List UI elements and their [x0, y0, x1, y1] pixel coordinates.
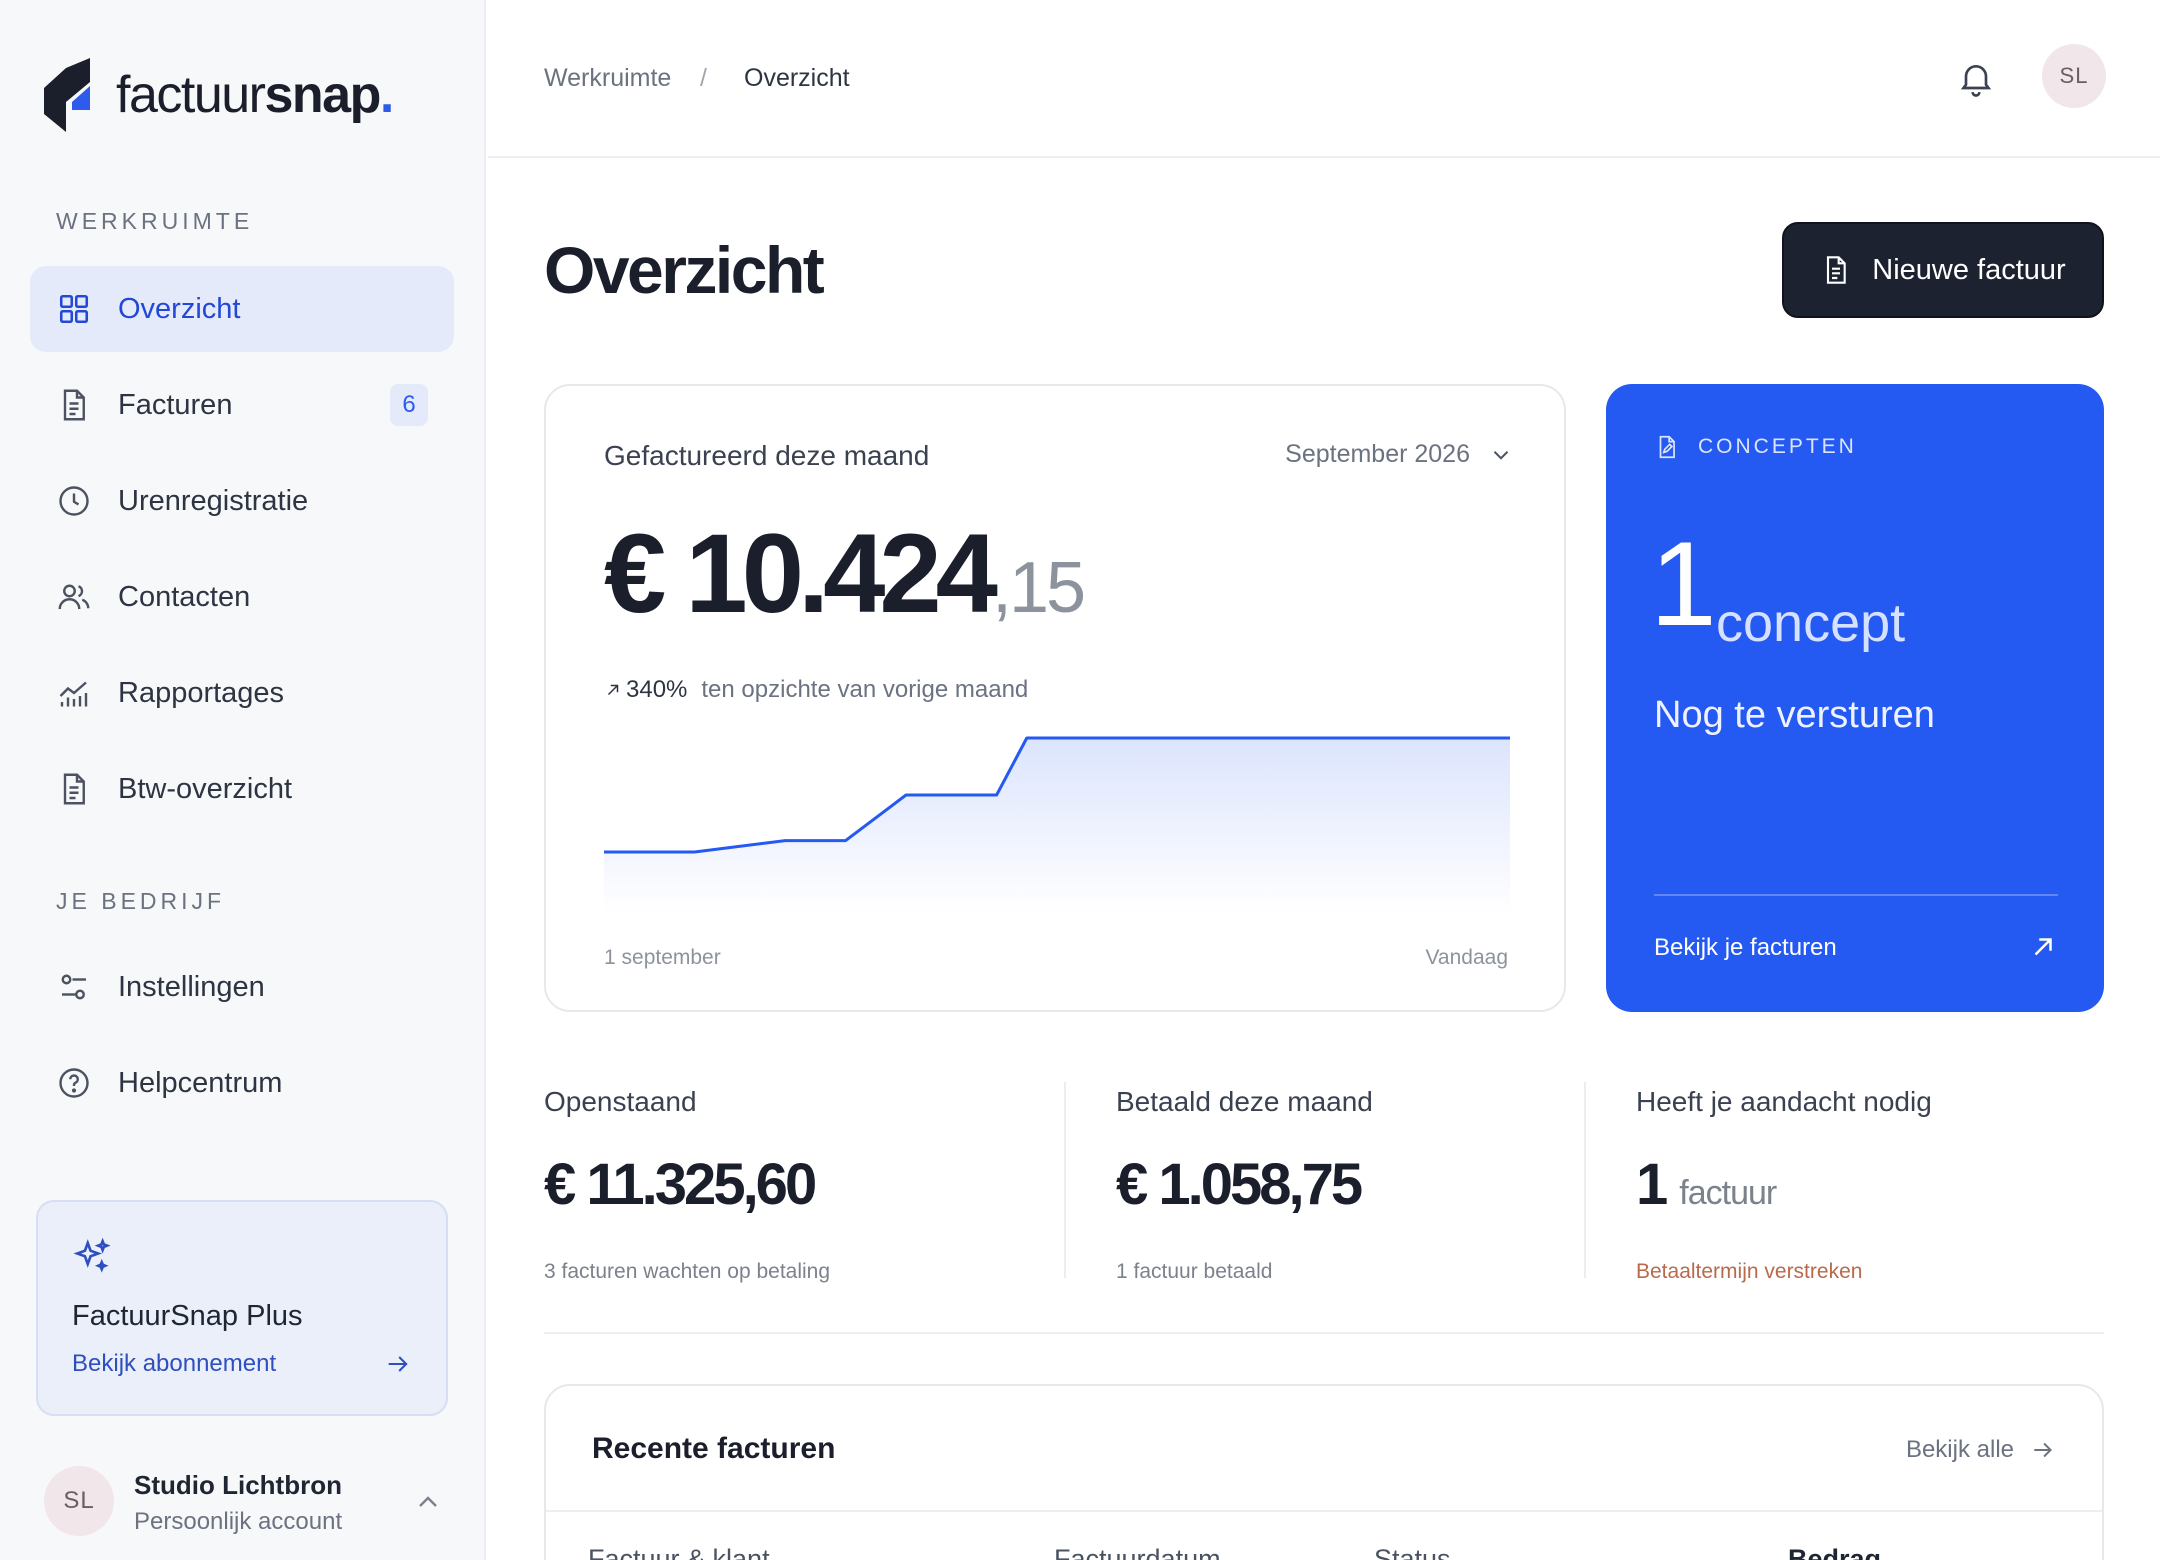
- sidebar-item-rapportages[interactable]: Rapportages: [30, 650, 454, 736]
- divider: [1654, 894, 2058, 896]
- sidebar-item-label: Facturen: [118, 388, 233, 421]
- account-type: Persoonlijk account: [134, 1508, 343, 1535]
- view-invoices-link[interactable]: Bekijk je facturen: [1654, 934, 1837, 962]
- column-header-amount[interactable]: Bedrag: [1788, 1544, 1881, 1560]
- stat-outstanding: Openstaand € 11.325,60 3 facturen wachte…: [544, 1082, 1064, 1283]
- chart-icon: [56, 675, 92, 711]
- dashboard-icon: [56, 291, 92, 327]
- arrow-right-icon: [388, 1356, 408, 1372]
- stat-paid-this-month: Betaald deze maand € 1.058,75 1 factuur …: [1064, 1082, 1584, 1283]
- sidebar-item-label: Btw-overzicht: [118, 772, 293, 805]
- sidebar-item-urenregistratie[interactable]: Urenregistratie: [30, 458, 454, 544]
- sidebar-item-label: Rapportages: [118, 676, 285, 709]
- chart-area-fill: [604, 738, 1510, 914]
- sidebar-item-instellingen[interactable]: Instellingen: [30, 944, 454, 1030]
- document-edit-icon: [1659, 435, 1675, 459]
- invoice-count-badge: 6: [390, 384, 428, 426]
- new-invoice-button[interactable]: Nieuwe factuur: [1782, 222, 2104, 318]
- column-header-invoice-client[interactable]: Factuur & klant: [588, 1544, 770, 1560]
- document-icon: [56, 771, 92, 807]
- sidebar-item-overzicht[interactable]: Overzicht: [30, 266, 454, 352]
- user-avatar[interactable]: SL: [2042, 44, 2106, 108]
- avatar: SL: [44, 1466, 114, 1536]
- stat-label: Openstaand: [544, 1086, 697, 1117]
- sidebar-item-facturen[interactable]: Facturen 6: [30, 362, 454, 448]
- sidebar-item-label: Contacten: [118, 580, 251, 613]
- help-icon: [56, 1065, 92, 1101]
- concepts-card: CONCEPTEN 1 concept Nog te versturen Bek…: [1606, 384, 2104, 1012]
- column-header-invoice-date[interactable]: Factuurdatum: [1054, 1544, 1221, 1560]
- invoiced-title: Gefactureerd deze maand: [604, 440, 930, 471]
- arrow-right-icon: [2034, 1442, 2052, 1458]
- logo-mark-icon: [44, 58, 90, 132]
- stat-needs-attention: Heeft je aandacht nodig 1 factuur Betaalt…: [1584, 1082, 2104, 1283]
- trend-percentage: 340%: [626, 676, 688, 703]
- concept-subtitle: Nog te versturen: [1654, 694, 1935, 736]
- stat-note: 1 factuur betaald: [1116, 1260, 1273, 1283]
- sidebar-item-btw-overzicht[interactable]: Btw-overzicht: [30, 746, 454, 832]
- brand-logo[interactable]: factuursnap.: [44, 58, 394, 132]
- divider: [544, 1332, 2104, 1334]
- breadcrumb-workspace[interactable]: Werkruimte: [544, 64, 671, 93]
- column-header-status[interactable]: Status: [1374, 1544, 1451, 1560]
- chart-x-end-label: Vandaag: [1425, 946, 1508, 969]
- account-switcher[interactable]: SL Studio Lichtbron Persoonlijk account: [44, 1466, 444, 1540]
- section-label-workspace: WERKRUIMTE: [56, 208, 254, 234]
- sidebar-item-contacten[interactable]: Contacten: [30, 554, 454, 640]
- stat-label: Heeft je aandacht nodig: [1636, 1086, 1932, 1117]
- breadcrumb-current: Overzicht: [744, 64, 850, 92]
- concept-unit: concept: [1716, 593, 1906, 653]
- bell-icon[interactable]: [1956, 58, 1996, 98]
- stat-label: Betaald deze maand: [1116, 1086, 1373, 1117]
- sidebar: factuursnap. WERKRUIMTE Overzicht Factur…: [0, 0, 486, 1560]
- chevron-down-icon: [1493, 450, 1509, 460]
- stat-note: 3 facturen wachten op betaling: [544, 1260, 831, 1283]
- brand-name: factuursnap.: [116, 66, 394, 124]
- account-name: Studio Lichtbron: [134, 1470, 342, 1500]
- clock-icon: [56, 483, 92, 519]
- trend-indicator: 340% ten opzichte van vorige maand: [604, 676, 1028, 704]
- sidebar-item-label: Helpcentrum: [118, 1066, 283, 1099]
- stat-note-warning: Betaaltermijn verstreken: [1636, 1260, 1863, 1283]
- sidebar-item-label: Overzicht: [118, 292, 241, 325]
- arrow-up-right-icon: [607, 684, 619, 696]
- breadcrumb-separator: /: [700, 64, 707, 92]
- sidebar-item-label: Instellingen: [118, 970, 265, 1003]
- month-label: September 2026: [1285, 440, 1470, 468]
- sparkle-icon: [73, 1237, 111, 1273]
- page-title: Overzicht: [544, 233, 825, 307]
- sidebar-item-label: Urenregistratie: [118, 484, 309, 517]
- topbar: Werkruimte / Overzicht SL: [488, 0, 2160, 158]
- stat-value: € 11.325,60: [544, 1152, 817, 1217]
- month-selector[interactable]: September 2026: [1285, 440, 1514, 469]
- arrow-up-right-icon[interactable]: [2028, 932, 2058, 962]
- recent-invoices-title: Recente facturen: [592, 1432, 836, 1465]
- invoiced-amount: € 10.424,15: [604, 511, 1086, 636]
- chevron-up-icon: [419, 1496, 437, 1507]
- document-icon: [56, 387, 92, 423]
- stat-value: € 1.058,75: [1116, 1152, 1363, 1217]
- new-invoice-label: Nieuwe factuur: [1872, 253, 2066, 286]
- document-icon: [1827, 256, 1847, 284]
- plus-subscription-link[interactable]: Bekijk abonnement: [72, 1350, 276, 1378]
- view-all-link[interactable]: Bekijk alle: [1906, 1436, 2056, 1464]
- section-label-company: JE BEDRIJF: [56, 888, 226, 914]
- sidebar-item-helpcentrum[interactable]: Helpcentrum: [30, 1040, 454, 1126]
- concepts-label: CONCEPTEN: [1654, 434, 1857, 460]
- concept-count: 1: [1650, 517, 1717, 651]
- users-icon: [56, 579, 92, 615]
- recent-invoices-card: Recente facturen Bekijk alle Factuur & k…: [544, 1384, 2104, 1560]
- invoiced-area-chart: [604, 736, 1510, 914]
- stat-value: 1 factuur: [1636, 1152, 1777, 1217]
- trend-comparison: ten opzichte van vorige maand: [701, 676, 1029, 703]
- sliders-icon: [56, 969, 92, 1005]
- divider: [546, 1510, 2102, 1512]
- chart-x-start-label: 1 september: [604, 946, 721, 969]
- plus-title: FactuurSnap Plus: [72, 1300, 303, 1332]
- invoiced-this-month-card: Gefactureerd deze maand September 2026 €…: [544, 384, 1566, 1012]
- plus-upgrade-card[interactable]: FactuurSnap Plus Bekijk abonnement: [36, 1200, 448, 1416]
